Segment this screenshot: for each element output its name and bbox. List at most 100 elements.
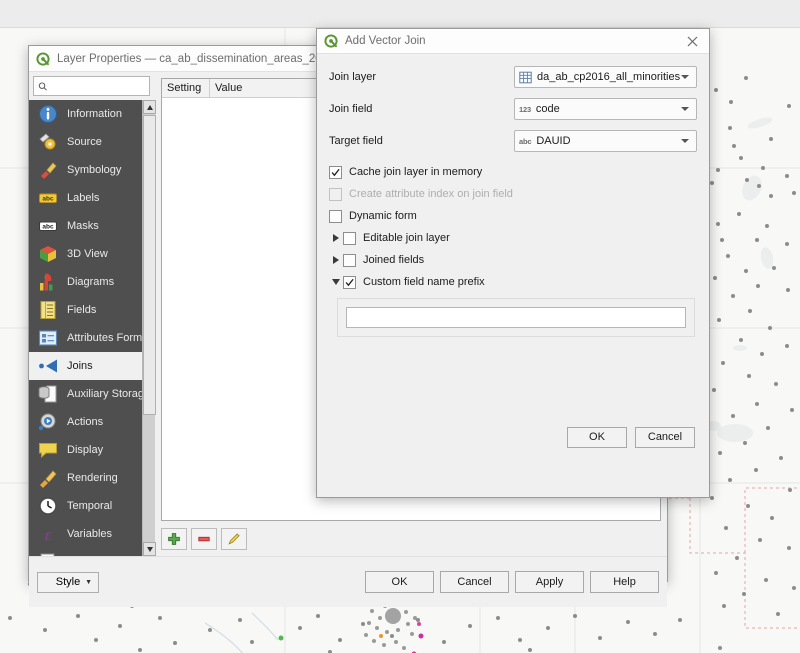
joined-fields-checkbox[interactable] [343, 253, 356, 267]
dynamic-form-label: Dynamic form [349, 210, 417, 222]
dynamic-form-checkbox[interactable] [329, 209, 342, 223]
expander-collapsed-icon[interactable] [329, 234, 343, 242]
sidebar-item-information[interactable]: Information [29, 100, 155, 128]
scroll-up-icon[interactable] [143, 100, 156, 114]
join-dialog-title: Add Vector Join [345, 35, 426, 47]
custom-field-name-prefix-panel [337, 298, 695, 337]
sidebar-item-diagrams[interactable]: Diagrams [29, 268, 155, 296]
pencil-icon [228, 533, 240, 545]
sidebar-item-display[interactable]: Display [29, 436, 155, 464]
sidebar-item-auxiliary-storage[interactable]: Auxiliary Storage [29, 380, 155, 408]
layer-properties-sidebar: Information Source Symbology abc Labels … [29, 72, 156, 556]
chevron-down-icon [681, 75, 689, 79]
sidebar-label: Masks [67, 220, 99, 232]
help-button[interactable]: Help [590, 571, 659, 593]
expander-expanded-icon[interactable] [329, 279, 343, 285]
dialog-cancel-button[interactable]: Cancel [635, 426, 695, 448]
sidebar-item-attributes-form[interactable]: Attributes Form [29, 324, 155, 352]
sidebar-item-temporal[interactable]: Temporal [29, 492, 155, 520]
sidebar-label: Information [67, 108, 123, 120]
sidebar-item-variables[interactable]: ε Variables [29, 520, 155, 548]
masks-icon: abc [38, 221, 58, 232]
search-icon [38, 81, 47, 91]
style-button[interactable]: Style ▼ [37, 571, 99, 593]
cache-join-layer-checkbox[interactable] [329, 165, 342, 179]
expander-collapsed-icon[interactable] [329, 256, 343, 264]
editable-join-layer-row[interactable]: Editable join layer [329, 228, 697, 248]
join-layer-label: Join layer [329, 71, 377, 83]
scroll-down-icon[interactable] [143, 542, 156, 556]
join-dialog-titlebar[interactable]: Add Vector Join [317, 29, 709, 54]
sidebar-item-masks[interactable]: abc Masks [29, 212, 155, 240]
joined-fields-row[interactable]: Joined fields [329, 250, 697, 270]
scrollbar-thumb[interactable] [143, 115, 156, 415]
column-header-setting[interactable]: Setting [162, 79, 210, 97]
sidebar-item-labels[interactable]: abc Labels [29, 184, 155, 212]
target-field-combo[interactable]: abc DAUID [514, 130, 697, 152]
attributes-form-icon [38, 330, 58, 346]
sidebar-item-fields[interactable]: Fields [29, 296, 155, 324]
source-icon [39, 133, 56, 150]
sidebar-label: Source [67, 136, 102, 148]
create-attribute-index-label: Create attribute index on join field [349, 188, 513, 200]
plus-icon [168, 533, 180, 545]
join-layer-combo[interactable]: da_ab_cp2016_all_minorities [514, 66, 697, 88]
qgis-logo-icon [36, 51, 50, 66]
target-field-value: DAUID [536, 135, 571, 147]
sidebar-label: Symbology [67, 164, 122, 176]
check-icon [345, 278, 354, 286]
svg-text:ε: ε [45, 527, 52, 544]
cancel-button[interactable]: Cancel [440, 571, 509, 593]
sidebar-item-symbology[interactable]: Symbology [29, 156, 155, 184]
search-box[interactable] [33, 76, 150, 96]
sidebar-item-rendering[interactable]: Rendering [29, 464, 155, 492]
symbology-icon [41, 162, 57, 179]
edit-join-button[interactable] [221, 528, 247, 550]
custom-field-name-prefix-input[interactable] [346, 307, 686, 328]
ok-button[interactable]: OK [365, 571, 434, 593]
editable-join-layer-checkbox[interactable] [343, 231, 356, 245]
custom-field-name-prefix-checkbox[interactable] [343, 275, 356, 289]
chevron-down-icon [681, 139, 689, 143]
sidebar-item-joins[interactable]: Joins [29, 352, 155, 380]
cache-join-layer-row[interactable]: Cache join layer in memory [329, 162, 697, 182]
sidebar-label: Labels [67, 192, 100, 204]
apply-button[interactable]: Apply [515, 571, 584, 593]
custom-field-name-prefix-row[interactable]: Custom field name prefix [329, 272, 697, 292]
sidebar-scrollbar[interactable] [142, 100, 156, 556]
sidebar-label: Diagrams [67, 276, 115, 288]
sidebar-item-source[interactable]: Source [29, 128, 155, 156]
join-field-row: Join field 123 code [329, 98, 697, 120]
sidebar-item-metadata[interactable]: Metadata [29, 548, 155, 556]
minus-icon [198, 536, 210, 542]
temporal-icon [39, 497, 57, 515]
add-join-button[interactable] [161, 528, 187, 550]
actions-icon [38, 413, 56, 431]
add-vector-join-dialog[interactable]: Add Vector Join Join layer da_ab_cp2016_… [316, 28, 710, 498]
labels-icon: abc [39, 193, 57, 203]
close-icon[interactable] [682, 31, 702, 51]
sidebar-label: Joins [67, 360, 93, 372]
join-field-value: code [535, 103, 560, 115]
sidebar-item-3d-view[interactable]: 3D View [29, 240, 155, 268]
sidebar-label: Temporal [67, 500, 113, 512]
sidebar-item-actions[interactable]: Actions [29, 408, 155, 436]
dynamic-form-row[interactable]: Dynamic form [329, 206, 697, 226]
join-field-combo[interactable]: 123 code [514, 98, 697, 120]
chevron-down-icon: ▼ [85, 578, 92, 586]
close-glyph [687, 36, 697, 46]
remove-join-button[interactable] [191, 528, 217, 550]
sidebar-label: Rendering [67, 472, 118, 484]
qgis-logo-icon [324, 34, 338, 48]
dialog-ok-button[interactable]: OK [567, 426, 627, 448]
sidebar-label: Actions [67, 416, 104, 428]
joined-fields-label: Joined fields [363, 254, 425, 266]
information-icon [39, 105, 57, 123]
sidebar-label: Fields [67, 304, 97, 316]
search-input[interactable] [50, 80, 145, 92]
target-field-row: Target field abc DAUID [329, 130, 697, 152]
check-icon [331, 168, 340, 176]
sidebar-label: Attributes Form [67, 332, 143, 344]
table-icon [519, 71, 532, 83]
display-icon [39, 443, 57, 459]
